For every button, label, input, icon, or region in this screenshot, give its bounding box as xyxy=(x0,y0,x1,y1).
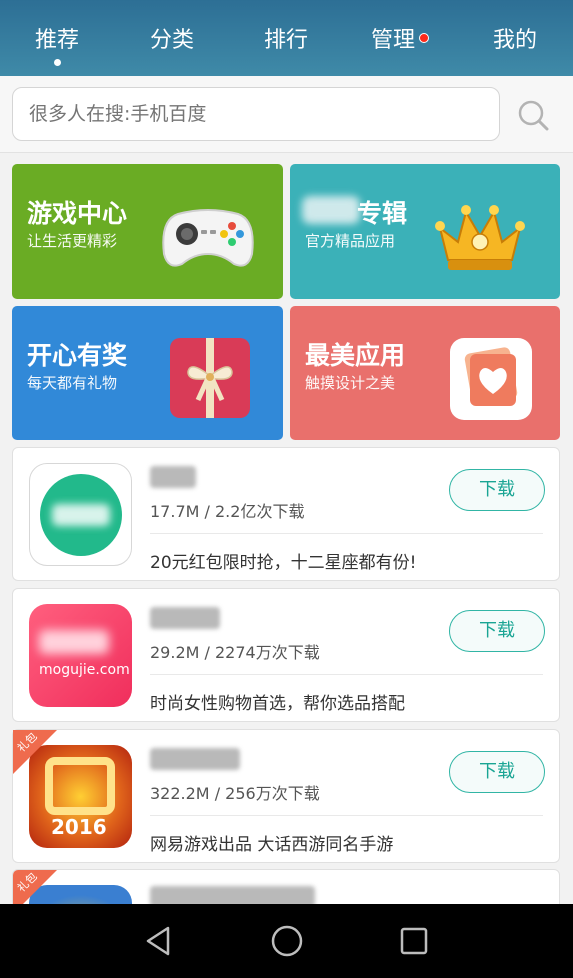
divider xyxy=(150,815,543,816)
notification-badge xyxy=(419,33,429,43)
tile-game-center[interactable]: 游戏中心 让生活更精彩 xyxy=(12,164,283,299)
active-tab-indicator xyxy=(54,59,61,66)
tab-category[interactable]: 分类 xyxy=(150,22,194,54)
download-button[interactable]: 下载 xyxy=(449,751,545,793)
app-icon: mogujie.com xyxy=(29,604,132,707)
tab-mine[interactable]: 我的 xyxy=(493,22,537,54)
app-name-blurred xyxy=(150,466,196,488)
tile-album[interactable]: 专辑 官方精品应用 xyxy=(290,164,560,299)
tile-subtitle: 让生活更精彩 xyxy=(27,232,118,250)
app-description: 时尚女性购物首选，帮你选品搭配 xyxy=(150,694,405,714)
tile-title: 专辑 xyxy=(357,199,408,228)
back-icon[interactable] xyxy=(140,921,180,961)
app-size-downloads: 322.2M / 256万次下载 xyxy=(150,784,320,803)
search-bar xyxy=(0,76,573,153)
app-size-downloads: 29.2M / 2274万次下载 xyxy=(150,643,320,662)
blurred-brand xyxy=(302,196,360,224)
app-icon xyxy=(29,463,132,566)
search-input[interactable] xyxy=(12,87,500,141)
app-icon-text: 2016 xyxy=(51,815,107,839)
tile-lucky-prize[interactable]: 开心有奖 每天都有礼物 xyxy=(12,306,283,440)
tile-subtitle: 每天都有礼物 xyxy=(27,374,118,392)
system-navigation-bar xyxy=(0,904,573,978)
download-button[interactable]: 下载 xyxy=(449,610,545,652)
gift-box-icon xyxy=(170,338,250,422)
tab-ranking[interactable]: 排行 xyxy=(264,22,308,54)
app-description: 20元红包限时抢，十二星座都有份! xyxy=(150,553,417,573)
tab-manage[interactable]: 管理 xyxy=(371,22,415,54)
tile-title: 开心有奖 xyxy=(27,341,128,370)
recents-icon[interactable] xyxy=(394,921,434,961)
app-icon-text: mogujie.com xyxy=(39,662,130,678)
app-name-blurred xyxy=(150,607,220,629)
download-button[interactable]: 下载 xyxy=(449,469,545,511)
search-icon[interactable] xyxy=(514,96,554,136)
app-card[interactable]: 2016 礼包 322.2M / 256万次下载 下载 网易游戏出品 大话西游同… xyxy=(12,729,560,863)
app-size-downloads: 17.7M / 2.2亿次下载 xyxy=(150,502,305,521)
crown-icon xyxy=(430,198,530,280)
app-card[interactable]: mogujie.com 29.2M / 2274万次下载 下载 时尚女性购物首选… xyxy=(12,588,560,722)
tile-title: 游戏中心 xyxy=(27,199,128,228)
app-card[interactable]: 17.7M / 2.2亿次下载 下载 20元红包限时抢，十二星座都有份! xyxy=(12,447,560,581)
app-name-blurred xyxy=(150,748,240,770)
divider xyxy=(150,533,543,534)
home-icon[interactable] xyxy=(267,921,307,961)
tile-beautiful-apps[interactable]: 最美应用 触摸设计之美 xyxy=(290,306,560,440)
tile-subtitle: 官方精品应用 xyxy=(305,232,396,250)
divider xyxy=(150,674,543,675)
app-description: 网易游戏出品 大话西游同名手游 xyxy=(150,835,394,855)
heart-card-icon xyxy=(450,338,532,424)
gamepad-icon xyxy=(160,202,256,276)
tile-subtitle: 触摸设计之美 xyxy=(305,374,396,392)
top-tab-bar: 推荐 分类 排行 管理 我的 xyxy=(0,0,573,76)
tab-recommend[interactable]: 推荐 xyxy=(35,22,79,54)
tile-title: 最美应用 xyxy=(305,341,406,370)
